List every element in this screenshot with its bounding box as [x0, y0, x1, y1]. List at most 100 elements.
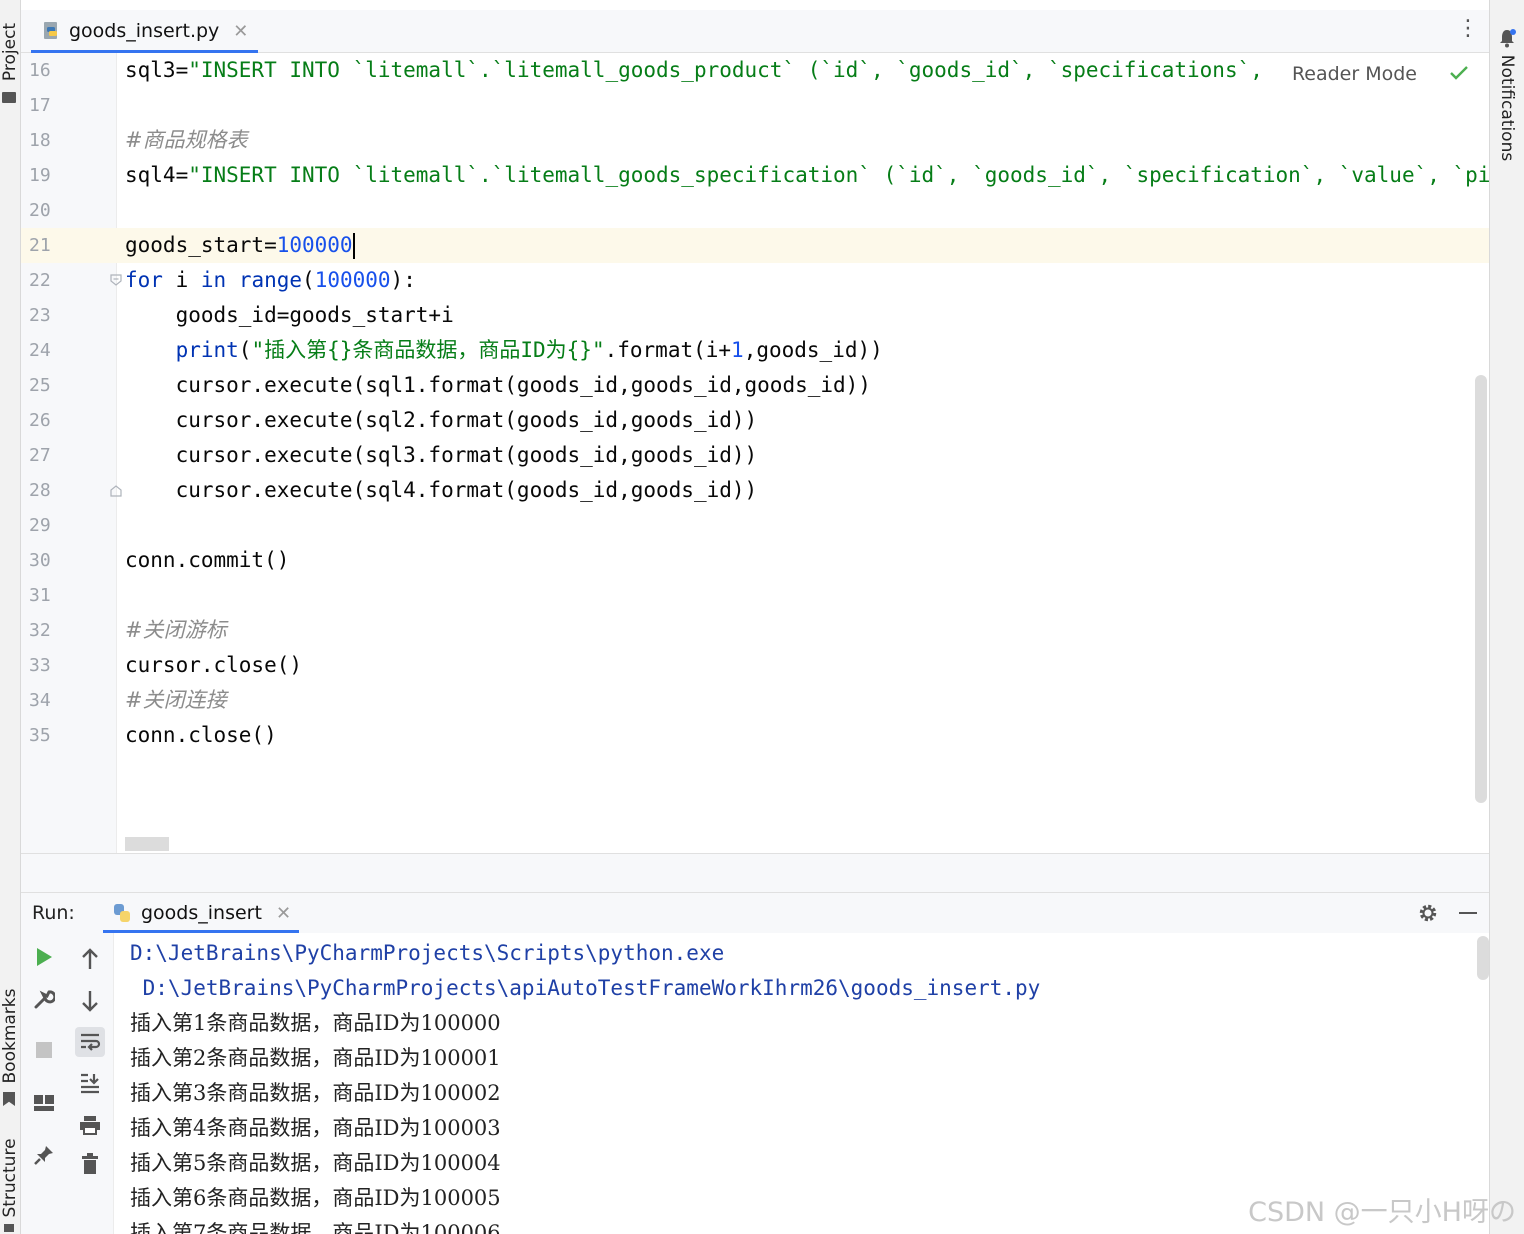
code-line: 32 #关闭游标 [21, 613, 1489, 648]
layout-icon[interactable] [32, 1091, 56, 1115]
line-number: 32 [29, 620, 51, 641]
line-number: 16 [29, 60, 51, 81]
python-file-icon [44, 22, 57, 39]
line-number: 19 [29, 165, 51, 186]
line-number: 33 [29, 655, 51, 676]
line-number: 35 [29, 725, 51, 746]
wrench-icon[interactable] [32, 987, 56, 1011]
code-text: conn.commit() [125, 548, 290, 572]
print-icon[interactable] [78, 1113, 102, 1137]
code-line: 19 sql4="INSERT INTO `litemall`.`litemal… [21, 158, 1489, 193]
stop-icon[interactable] [32, 1038, 56, 1062]
code-comment: #商品规格表 [125, 128, 248, 152]
console-vertical-scrollbar[interactable] [1477, 936, 1489, 980]
line-number: 31 [29, 585, 51, 606]
check-icon[interactable] [1449, 65, 1469, 81]
bookmarks-tool-button[interactable]: Bookmarks [0, 989, 20, 1084]
line-number: 18 [29, 130, 51, 151]
code-text: sql4="INSERT INTO `litemall`.`litemall_g… [125, 163, 1489, 187]
code-line: 18 #商品规格表 [21, 123, 1489, 158]
minimize-icon[interactable] [1459, 912, 1477, 914]
code-text: cursor.execute(sql1.format(goods_id,good… [125, 373, 871, 397]
line-number: 26 [29, 410, 51, 431]
code-line: 29 [21, 508, 1489, 543]
line-number: 20 [29, 200, 51, 221]
code-line: 17 [21, 88, 1489, 123]
console-line: 插入第3条商品数据，商品ID为100002 [130, 1081, 501, 1105]
code-comment: #关闭连接 [125, 688, 227, 712]
editor-tab-label: goods_insert.py [69, 20, 220, 42]
code-line: 35 conn.close() [21, 718, 1489, 753]
run-panel-header: Run: goods_insert ✕ [21, 893, 1489, 933]
code-line: 30 conn.commit() [21, 543, 1489, 578]
console-line: D:\JetBrains\PyCharmProjects\Scripts\pyt… [130, 941, 725, 965]
code-line: 27 cursor.execute(sql3.format(goods_id,g… [21, 438, 1489, 473]
folder-icon[interactable] [2, 92, 16, 103]
code-text: goods_id=goods_start+i [125, 303, 454, 327]
pin-icon[interactable] [32, 1143, 56, 1167]
code-line: 34 #关闭连接 [21, 683, 1489, 718]
console-line: 插入第4条商品数据，商品ID为100003 [130, 1116, 501, 1140]
editor-horizontal-scrollbar[interactable] [125, 837, 169, 851]
close-icon[interactable]: ✕ [233, 21, 248, 42]
code-text: cursor.close() [125, 653, 303, 677]
fold-end-icon[interactable] [109, 484, 123, 498]
line-number: 29 [29, 515, 51, 536]
code-editor[interactable]: 16 sql3="INSERT INTO `litemall`.`litemal… [21, 53, 1489, 853]
trash-icon[interactable] [78, 1152, 102, 1176]
fold-icon[interactable] [109, 273, 123, 287]
line-number: 28 [29, 480, 51, 501]
line-number: 17 [29, 95, 51, 116]
code-comment: #关闭游标 [125, 618, 227, 642]
code-line: 20 [21, 193, 1489, 228]
gear-icon[interactable] [1417, 902, 1439, 924]
run-label: Run: [32, 902, 75, 924]
project-tool-label: Project [0, 22, 20, 82]
structure-icon[interactable] [4, 1224, 14, 1232]
console-line: D:\JetBrains\PyCharmProjects\apiAutoTest… [130, 976, 1041, 1000]
line-number: 23 [29, 305, 51, 326]
code-line: 26 cursor.execute(sql2.format(goods_id,g… [21, 403, 1489, 438]
console-line: 插入第5条商品数据，商品ID为100004 [130, 1151, 501, 1175]
run-icon[interactable] [32, 945, 56, 969]
bookmark-icon[interactable] [3, 1092, 15, 1106]
arrow-down-icon[interactable] [78, 989, 102, 1013]
run-toolbar-primary [21, 933, 68, 1234]
structure-tool-button[interactable]: Structure [0, 1138, 20, 1217]
console-line: 插入第2条商品数据，商品ID为100001 [130, 1046, 501, 1070]
left-tool-strip: Project Bookmarks Structure [0, 0, 21, 1234]
line-number: 30 [29, 550, 51, 571]
reader-mode-button[interactable]: Reader Mode [1285, 63, 1423, 85]
console-line: 插入第7条商品数据，商品ID为100006 [130, 1221, 501, 1234]
line-number: 34 [29, 690, 51, 711]
code-line: 24 print("插入第{}条商品数据，商品ID为{}".format(i+1… [21, 333, 1489, 368]
code-line: 33 cursor.close() [21, 648, 1489, 683]
python-icon [114, 904, 130, 922]
arrow-up-icon[interactable] [78, 947, 102, 971]
code-text: conn.close() [125, 723, 277, 747]
close-icon[interactable]: ✕ [276, 903, 291, 924]
scroll-end-icon[interactable] [78, 1071, 102, 1095]
editor-vertical-scrollbar[interactable] [1475, 375, 1487, 803]
panel-splitter[interactable] [21, 853, 1489, 893]
text-caret [352, 233, 355, 259]
code-line: 23 goods_id=goods_start+i [21, 298, 1489, 333]
project-tool-button[interactable]: Project [0, 23, 20, 81]
run-console-output[interactable]: D:\JetBrains\PyCharmProjects\Scripts\pyt… [114, 933, 1489, 1234]
code-line: 22 for i in range(100000): [21, 263, 1489, 298]
code-text: cursor.execute(sql3.format(goods_id,good… [125, 443, 758, 467]
run-tab-label: goods_insert [141, 902, 262, 924]
code-line-current: 21 goods_start=100000 [21, 228, 1489, 263]
code-text: cursor.execute(sql4.format(goods_id,good… [125, 478, 758, 502]
code-text: print("插入第{}条商品数据，商品ID为{}".format(i+1,go… [175, 338, 883, 362]
bell-icon[interactable] [1498, 28, 1516, 48]
bookmarks-tool-label: Bookmarks [0, 988, 20, 1084]
code-line: 16 sql3="INSERT INTO `litemall`.`litemal… [21, 53, 1489, 88]
run-tab-goods-insert[interactable]: goods_insert ✕ [103, 893, 300, 933]
notifications-tool-button[interactable]: Notifications [1497, 55, 1517, 161]
more-icon[interactable]: ⋮ [1457, 18, 1479, 40]
code-line: 28 cursor.execute(sql4.format(goods_id,g… [21, 473, 1489, 508]
soft-wrap-icon[interactable] [75, 1027, 105, 1057]
editor-tab-goods-insert[interactable]: goods_insert.py ✕ [31, 10, 259, 53]
console-line: 插入第6条商品数据，商品ID为100005 [130, 1186, 501, 1210]
